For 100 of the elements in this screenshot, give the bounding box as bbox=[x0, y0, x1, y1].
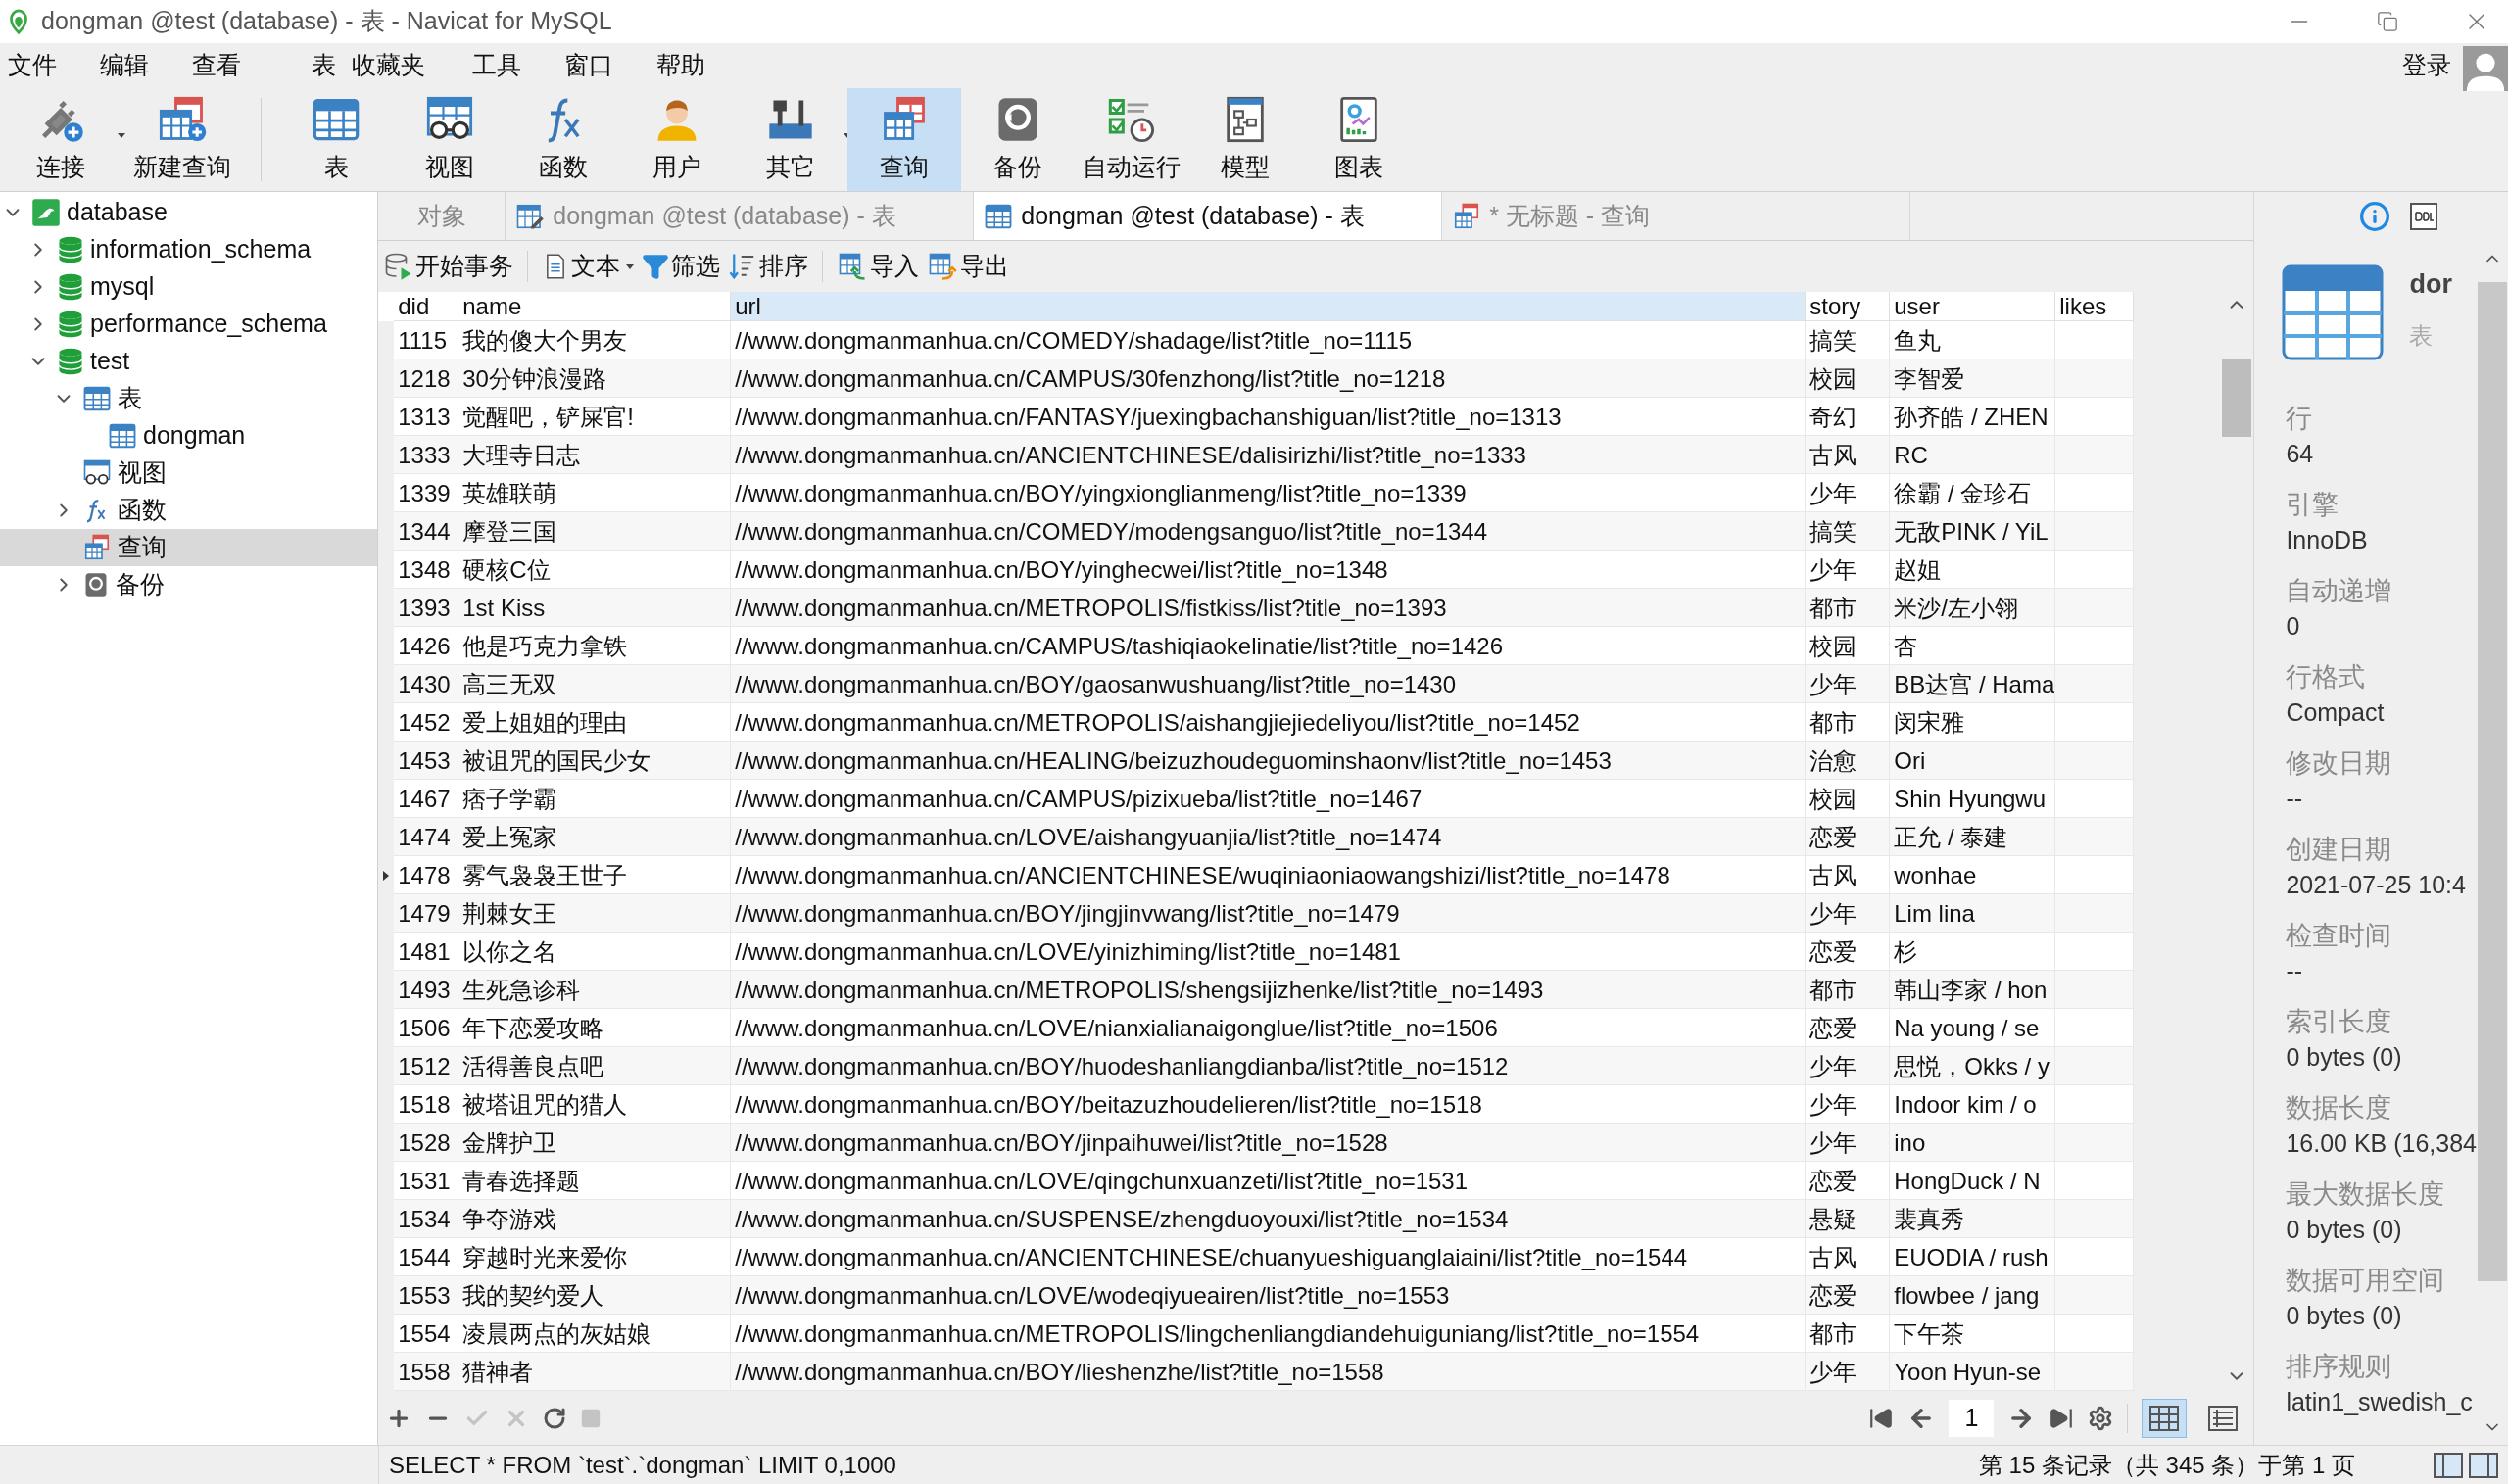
scrollbar-thumb[interactable] bbox=[2478, 282, 2507, 1281]
menu-item[interactable]: 表 bbox=[274, 47, 344, 84]
action-button[interactable]: 筛选 bbox=[640, 248, 723, 285]
toolbar-button[interactable]: 视图 bbox=[393, 88, 506, 191]
menu-item[interactable]: 工具 bbox=[462, 47, 531, 84]
menu-item[interactable]: 帮助 bbox=[647, 47, 715, 84]
dropdown-caret-icon[interactable] bbox=[118, 133, 125, 138]
ddl-icon[interactable] bbox=[2410, 203, 2437, 230]
restore-icon[interactable] bbox=[2377, 11, 2398, 32]
avatar-icon[interactable] bbox=[2463, 46, 2508, 91]
tree-label: 函数 bbox=[118, 495, 167, 526]
property-label: 数据可用空间 bbox=[2286, 1265, 2446, 1297]
tab-label: 对象 bbox=[416, 200, 466, 231]
refresh-icon[interactable] bbox=[543, 1406, 567, 1430]
toolbar-button[interactable]: 其它 bbox=[734, 88, 847, 191]
action-button[interactable]: 导入 bbox=[835, 248, 922, 285]
toolbar-button[interactable]: 查询 bbox=[847, 88, 961, 191]
stop-icon[interactable] bbox=[580, 1407, 603, 1429]
record-status: 第 15 条记录（共 345 条）于第 1 页 bbox=[1978, 1450, 2355, 1480]
property-value: 0 bytes (0) bbox=[2286, 1042, 2403, 1073]
property-label: 数据长度 bbox=[2286, 1092, 2393, 1125]
column-header[interactable]: url bbox=[731, 292, 1807, 321]
toolbar-button[interactable]: 备份 bbox=[961, 88, 1075, 191]
property-value: 2021-07-25 10:4 bbox=[2286, 870, 2467, 900]
property-label: 引擎 bbox=[2286, 489, 2340, 521]
toolbar-button[interactable]: 图表 bbox=[1302, 88, 1416, 191]
table-icon bbox=[108, 421, 137, 451]
tree-label: test bbox=[90, 346, 130, 377]
toolbar-button[interactable]: 新建查询 bbox=[121, 88, 243, 191]
action-button[interactable]: 文本 bbox=[540, 248, 637, 285]
tree-label: performance_schema bbox=[90, 309, 327, 340]
tree-label: 查询 bbox=[118, 532, 167, 563]
menu-item[interactable]: 文件 bbox=[0, 47, 67, 84]
menu-item[interactable]: 收藏夹 bbox=[344, 47, 462, 84]
database-icon bbox=[57, 347, 84, 376]
row-marker[interactable] bbox=[378, 321, 395, 359]
scrollbar-thumb[interactable] bbox=[2222, 359, 2252, 437]
property-label: 最大数据长度 bbox=[2286, 1178, 2446, 1211]
toolbar-button[interactable]: 用户 bbox=[620, 88, 734, 191]
column-header[interactable]: user bbox=[1890, 292, 2056, 321]
tree-label: 备份 bbox=[116, 569, 165, 600]
column-header[interactable]: did bbox=[394, 292, 459, 321]
property-label: 行 bbox=[2286, 403, 2314, 435]
property-value: -- bbox=[2286, 956, 2304, 986]
property-label: 索引长度 bbox=[2286, 1006, 2393, 1038]
info-icon[interactable] bbox=[2359, 201, 2390, 232]
tree-item[interactable]: 查询 bbox=[0, 529, 378, 566]
table-cell: 少年 bbox=[1806, 1353, 1891, 1391]
panel-toggle-icon[interactable] bbox=[2434, 1452, 2463, 1478]
column-header[interactable]: name bbox=[458, 292, 732, 321]
database-icon bbox=[57, 235, 84, 264]
toolbar-button[interactable]: 表 bbox=[279, 88, 393, 191]
column-header[interactable]: story bbox=[1806, 292, 1891, 321]
property-value: 0 bbox=[2286, 611, 2301, 642]
action-button[interactable]: 导出 bbox=[925, 248, 1012, 285]
toolbar-button[interactable]: 自动运行 bbox=[1075, 88, 1188, 191]
toolbar-button[interactable]: 模型 bbox=[1188, 88, 1302, 191]
sql-statement: SELECT * FROM `test`.`dongman` LIMIT 0,1000 bbox=[389, 1450, 896, 1480]
page-number-field[interactable]: 1 bbox=[1949, 1399, 1995, 1437]
object-name: dor bbox=[2409, 268, 2452, 301]
property-value: InnoDB bbox=[2286, 525, 2369, 555]
tree-item[interactable]: mysql bbox=[0, 268, 378, 306]
tree-item[interactable]: 视图 bbox=[0, 455, 378, 492]
action-button[interactable]: 开始事务 bbox=[382, 248, 516, 285]
dropdown-caret-icon[interactable] bbox=[626, 263, 635, 269]
dolphin-icon bbox=[31, 198, 61, 227]
tree-item[interactable]: 备份 bbox=[0, 566, 378, 603]
toolbar-button[interactable]: 函数 bbox=[506, 88, 620, 191]
property-value: latin1_swedish_c bbox=[2286, 1387, 2474, 1417]
table-icon bbox=[82, 384, 112, 413]
menu-item[interactable]: 查看 bbox=[182, 47, 251, 84]
function-icon bbox=[85, 499, 106, 523]
table-icon bbox=[2282, 264, 2385, 360]
menu-item[interactable]: 编辑 bbox=[90, 47, 159, 84]
tree-item[interactable]: 函数 bbox=[0, 492, 378, 529]
window-title: dongman @test (database) - 表 - Navicat for MySQL bbox=[41, 6, 612, 37]
column-header[interactable]: likes bbox=[2055, 292, 2135, 321]
action-button[interactable]: 排序 bbox=[726, 248, 811, 285]
tree-item[interactable]: dongman bbox=[0, 417, 378, 455]
tree-item[interactable]: database bbox=[0, 194, 378, 231]
object-type: 表 bbox=[2409, 320, 2435, 351]
tree-item[interactable]: information_schema bbox=[0, 231, 378, 268]
tab[interactable]: dongman @test (database) - 表 bbox=[974, 192, 1443, 240]
settings-icon[interactable] bbox=[2088, 1405, 2114, 1431]
export-icon bbox=[927, 252, 959, 281]
property-value: 64 bbox=[2286, 439, 2315, 469]
toolbar-button[interactable]: 连接 bbox=[0, 88, 121, 191]
table-cell: Yoon Hyun-se bbox=[1890, 1353, 2056, 1391]
tree-item[interactable]: test bbox=[0, 343, 378, 380]
login-link[interactable]: 登录 bbox=[2402, 47, 2451, 84]
filter-icon bbox=[642, 253, 670, 280]
tab-label: * 无标题 - 查询 bbox=[1489, 200, 1651, 231]
property-label: 行格式 bbox=[2286, 661, 2367, 694]
grid-view-button[interactable] bbox=[2142, 1398, 2188, 1438]
tree-item[interactable]: performance_schema bbox=[0, 306, 378, 343]
menu-item[interactable]: 窗口 bbox=[555, 47, 623, 84]
tab-label: dongman @test (database) - 表 bbox=[1021, 200, 1365, 231]
panel-toggle-icon[interactable] bbox=[2469, 1452, 2498, 1478]
tree-item[interactable]: 表 bbox=[0, 380, 378, 417]
database-icon bbox=[57, 272, 84, 302]
